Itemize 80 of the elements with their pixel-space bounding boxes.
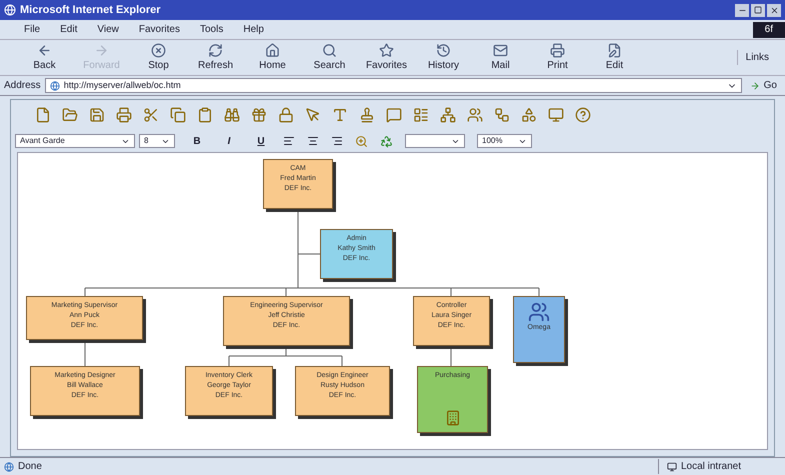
- toolbar-button[interactable]: History: [415, 42, 472, 72]
- page-icon: [50, 80, 60, 90]
- format-button[interactable]: B: [187, 134, 207, 148]
- search-icon: [322, 42, 337, 58]
- mail-icon: [493, 42, 508, 58]
- align-center-icon[interactable]: [307, 135, 319, 147]
- hierarchy-icon[interactable]: [494, 107, 510, 123]
- address-label: Address: [4, 79, 41, 93]
- toolbar-button[interactable]: Back: [16, 42, 73, 72]
- status-text: Done: [18, 460, 42, 474]
- save-icon[interactable]: [89, 107, 105, 123]
- pointer-icon[interactable]: [305, 107, 321, 123]
- lock-icon[interactable]: [278, 107, 294, 123]
- toolbar-button[interactable]: Edit: [586, 42, 643, 72]
- toolbar-button[interactable]: Search: [301, 42, 358, 72]
- monitor-icon: [666, 462, 677, 472]
- people-icon: [528, 301, 550, 323]
- recycle-icon[interactable]: [380, 134, 393, 148]
- page-badge: 6f: [752, 22, 785, 38]
- font-select[interactable]: Avant Garde: [15, 134, 135, 148]
- toolbar-button[interactable]: Print: [529, 42, 586, 72]
- color-select[interactable]: [405, 134, 465, 148]
- scissors-icon[interactable]: [143, 107, 159, 123]
- go-button[interactable]: Go: [746, 78, 781, 93]
- toolbar-button[interactable]: Refresh: [187, 42, 244, 72]
- people-icon[interactable]: [467, 107, 483, 123]
- stamp-icon[interactable]: [359, 107, 375, 123]
- close-icon: [770, 6, 778, 14]
- window-title: Microsoft Internet Explorer: [20, 2, 161, 18]
- browser-icon: [4, 4, 16, 16]
- menu-item[interactable]: Favorites: [138, 22, 180, 37]
- help-icon[interactable]: [575, 107, 591, 123]
- url-text: http://myserver/allweb/oc.htm: [64, 78, 181, 92]
- org-chart-icon[interactable]: [440, 107, 456, 123]
- go-arrow-icon: [750, 80, 760, 90]
- page-icon: [4, 462, 14, 472]
- menu-item[interactable]: View: [97, 22, 119, 37]
- gift-icon[interactable]: [251, 107, 267, 123]
- toolbar-button[interactable]: Mail: [472, 42, 529, 72]
- menu-item[interactable]: File: [24, 22, 40, 37]
- clipboard-icon[interactable]: [197, 107, 213, 123]
- links-label[interactable]: Links: [736, 50, 769, 65]
- refresh-icon: [208, 42, 223, 58]
- menu-item[interactable]: Edit: [60, 22, 78, 37]
- layout-icon[interactable]: [413, 107, 429, 123]
- maximize-icon: [754, 6, 762, 14]
- format-button[interactable]: I: [219, 134, 239, 148]
- edit-icon: [607, 42, 622, 58]
- maximize-button[interactable]: [751, 4, 765, 16]
- stop-icon: [151, 42, 166, 58]
- zone-text: Local intranet: [658, 459, 781, 474]
- toolbar-button[interactable]: Stop: [130, 42, 187, 72]
- folder-icon[interactable]: [62, 107, 78, 123]
- zoom-select[interactable]: 100%: [477, 134, 532, 148]
- menu-item[interactable]: Help: [243, 22, 264, 37]
- home-icon: [265, 42, 280, 58]
- toolbar-button[interactable]: Home: [244, 42, 301, 72]
- format-button[interactable]: U: [251, 134, 271, 148]
- align-left-icon[interactable]: [283, 135, 295, 147]
- right-arrow-icon: [94, 42, 109, 58]
- zoom-icon[interactable]: [355, 134, 368, 148]
- printer-icon[interactable]: [116, 107, 132, 123]
- menu-item[interactable]: Tools: [200, 22, 224, 37]
- star-icon: [379, 42, 394, 58]
- address-field[interactable]: http://myserver/allweb/oc.htm: [44, 78, 742, 93]
- size-select[interactable]: 8: [139, 134, 175, 148]
- binoculars-icon[interactable]: [224, 107, 240, 123]
- printer-icon: [550, 42, 565, 58]
- align-right-icon[interactable]: [331, 135, 343, 147]
- close-button[interactable]: [767, 4, 781, 16]
- minimize-button[interactable]: [735, 4, 749, 16]
- monitor-icon[interactable]: [548, 107, 564, 123]
- building-icon: [444, 410, 460, 426]
- history-icon: [436, 42, 451, 58]
- shapes-icon[interactable]: [521, 107, 537, 123]
- text-tool-icon[interactable]: [332, 107, 348, 123]
- toolbar-button[interactable]: Favorites: [358, 42, 415, 72]
- new-file-icon[interactable]: [35, 107, 51, 123]
- speech-bubble-icon[interactable]: [386, 107, 402, 123]
- copy-icon[interactable]: [170, 107, 186, 123]
